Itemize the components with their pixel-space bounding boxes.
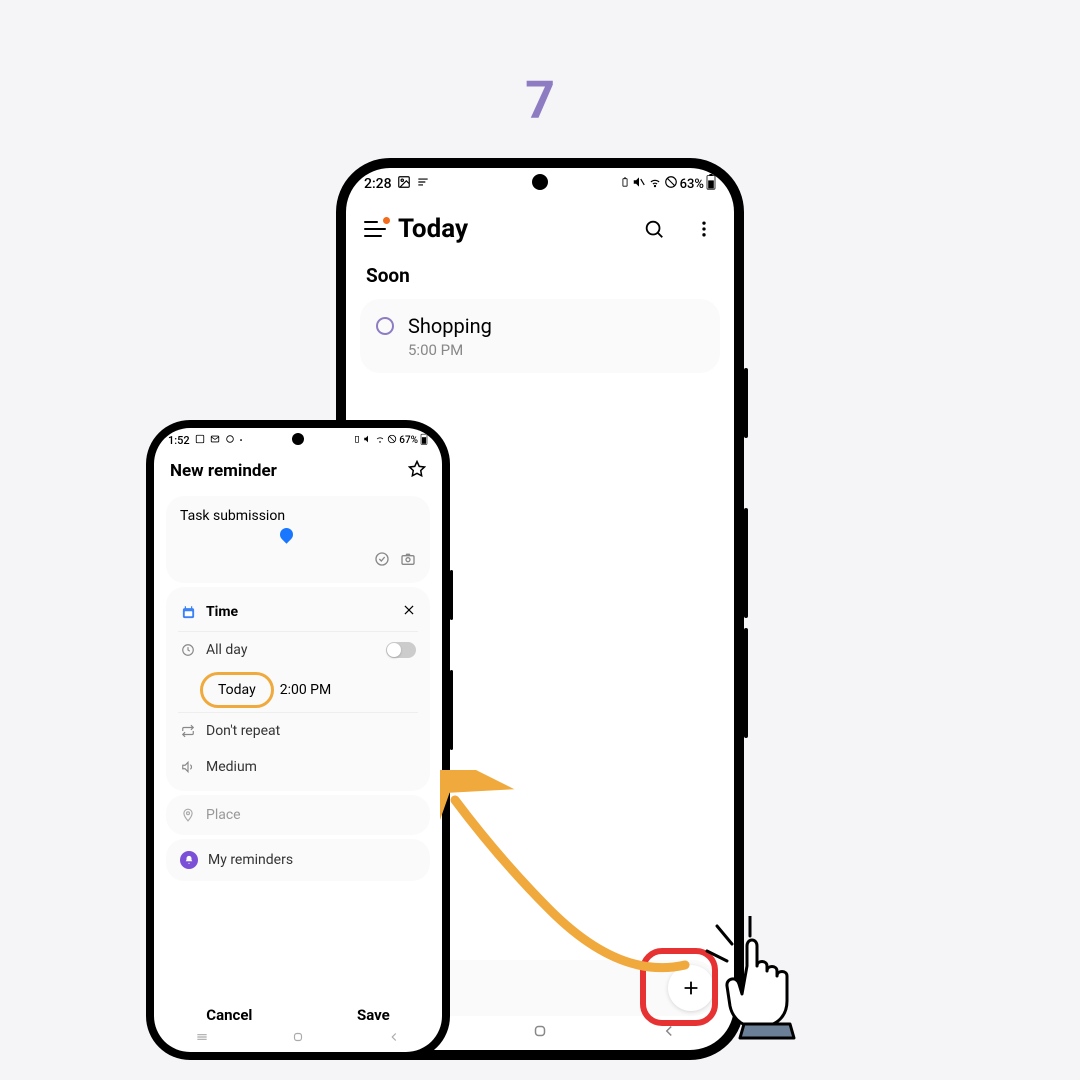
menu-icon[interactable] [364,221,386,237]
nav-back-icon[interactable] [660,1022,678,1044]
hand-pointer-icon [702,916,832,1046]
nav-home-icon[interactable] [291,1030,305,1048]
page-title: New reminder [170,461,277,481]
status-battery: 63% [680,177,704,192]
task-text[interactable]: Task submission [180,508,416,524]
date-chip[interactable]: Today [206,676,268,704]
step-number: 7 [525,70,555,131]
status-battery: 67% [399,435,418,446]
repeat-label: Don't repeat [206,723,280,739]
location-icon [180,808,196,822]
time-label: Time [206,604,238,620]
volume-row[interactable]: Medium [180,749,416,785]
nav-home-icon[interactable] [531,1022,549,1044]
checkbox-circle[interactable] [376,317,394,335]
star-icon[interactable] [408,460,426,482]
mute-icon [632,175,646,193]
time-value[interactable]: 2:00 PM [280,682,332,698]
battery-icon [620,175,630,193]
battery-icon [353,434,361,447]
bell-icon [180,851,198,869]
status-time: 1:52 [168,434,190,447]
circle-icon [225,434,235,447]
place-label: Place [206,807,241,823]
action-bar: Cancel Save [154,1006,442,1024]
cursor-handle[interactable] [277,525,295,543]
no-data-icon [387,434,397,447]
camera-icon[interactable] [400,551,416,571]
wifi-icon [648,175,662,193]
all-day-row[interactable]: All day [180,632,416,668]
section-heading: Soon [346,254,734,293]
app-header: Today [346,196,734,254]
list-card[interactable]: My reminders [166,839,430,881]
repeat-row[interactable]: Don't repeat [180,713,416,749]
volume-label: Medium [206,759,257,775]
android-nav-bar [154,1026,442,1052]
close-icon[interactable] [402,603,416,621]
no-data-icon [664,175,678,193]
mail-icon [210,434,220,447]
time-settings-card: Time All day Today 2:00 PM Don't repeat [166,587,430,791]
image-icon [195,434,205,447]
status-time: 2:28 [364,176,392,192]
reminder-title: Shopping [408,313,492,339]
battery-level-icon [420,433,428,448]
clock-icon [180,643,196,657]
phone-small-frame: 1:52 • 67% New reminder Task submi [146,420,450,1060]
list-label: My reminders [208,852,293,868]
page-title: Today [398,214,616,244]
checklist-icon[interactable] [374,551,390,571]
front-camera [532,174,548,190]
image-icon [397,175,411,193]
repeat-icon [180,724,196,738]
app-header: New reminder [154,450,442,492]
more-icon[interactable] [692,217,716,241]
time-row[interactable]: Time [180,593,416,631]
front-camera [292,433,304,445]
cancel-button[interactable]: Cancel [206,1006,252,1024]
volume-icon [180,760,196,774]
battery-level-icon [706,174,716,194]
reminder-item[interactable]: Shopping 5:00 PM [360,299,720,373]
phone-small-screen: 1:52 • 67% New reminder Task submi [154,428,442,1052]
all-day-label: All day [206,642,247,658]
all-day-toggle[interactable] [386,642,416,658]
search-icon[interactable] [642,217,666,241]
place-card[interactable]: Place [166,795,430,835]
wifi-icon [375,434,385,447]
calendar-icon [180,605,196,620]
reminder-time: 5:00 PM [408,341,492,359]
list-icon [416,175,430,193]
save-button[interactable]: Save [357,1006,390,1024]
nav-recents-icon[interactable] [195,1030,209,1048]
nav-back-icon[interactable] [387,1030,401,1048]
date-time-row[interactable]: Today 2:00 PM [180,668,416,712]
task-input-card[interactable]: Task submission [166,496,430,583]
mute-icon [363,434,373,447]
